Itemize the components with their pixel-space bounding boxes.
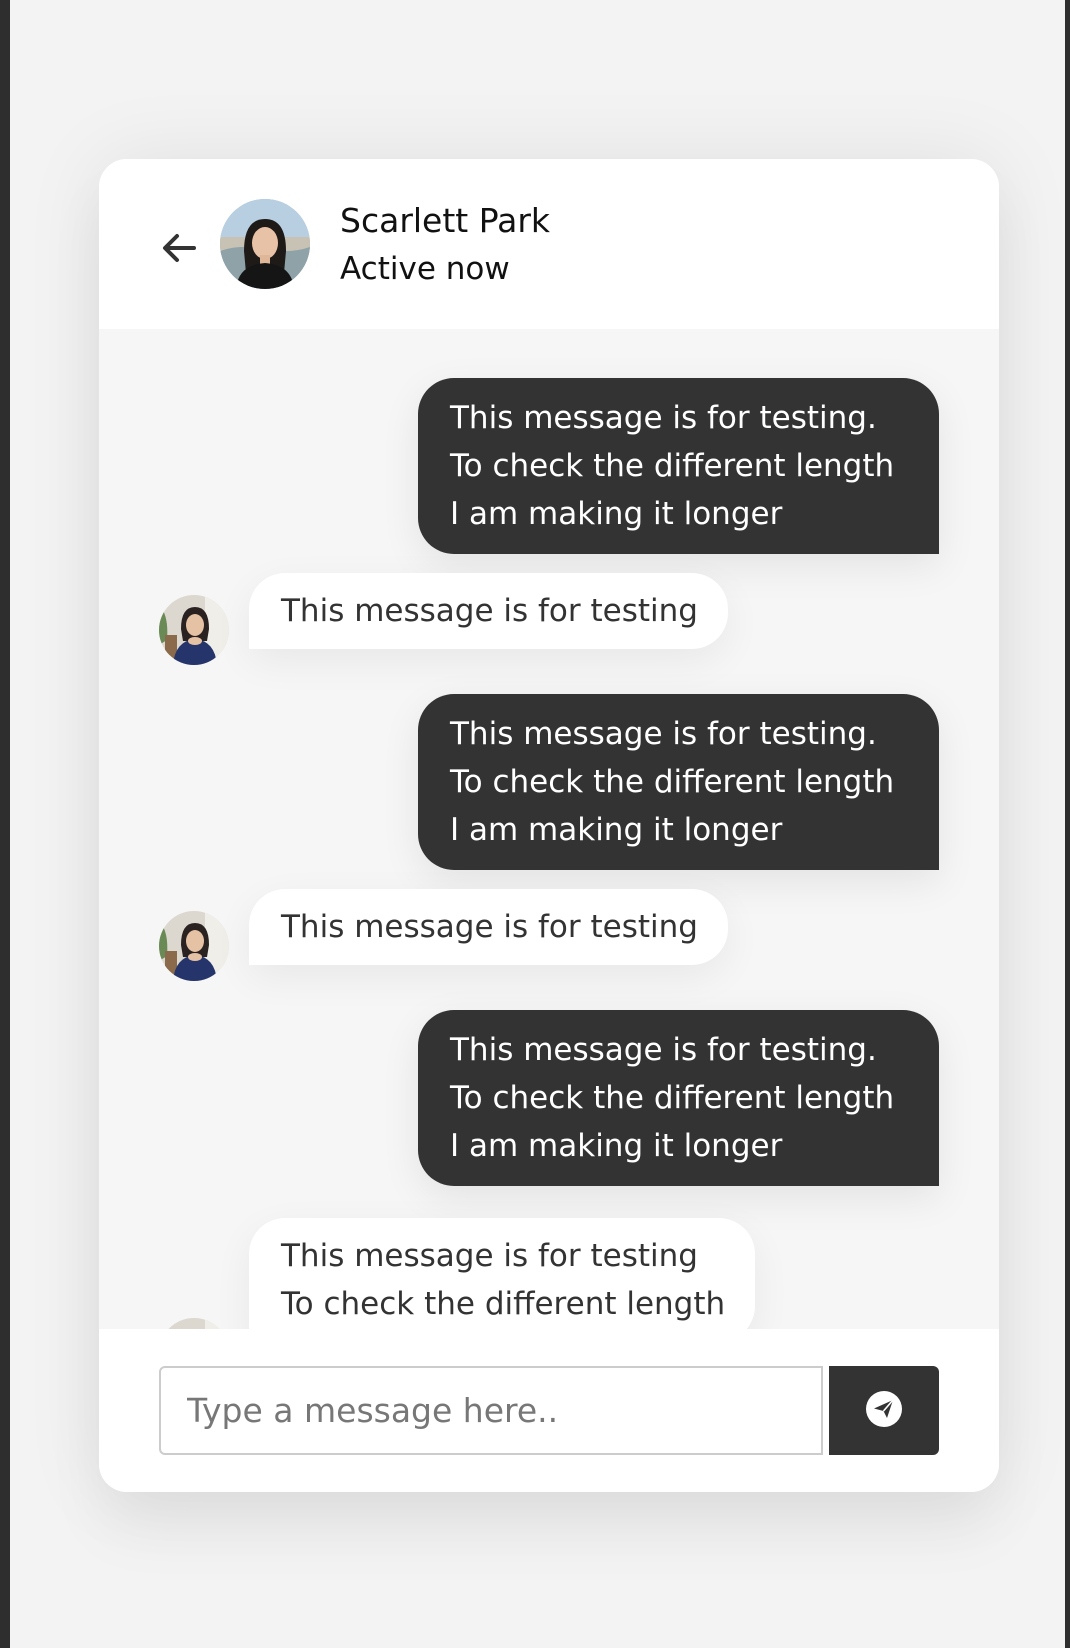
message-text: I am making it longer: [450, 496, 783, 532]
message-text: I am making it longer: [450, 812, 783, 848]
contact-avatar: [220, 199, 310, 289]
chat-header: Scarlett Park Active now: [99, 159, 999, 329]
message-text: This message is for testing: [281, 1238, 698, 1274]
message-composer: [99, 1329, 999, 1492]
outgoing-message: This message is for testing. To check th…: [418, 694, 939, 870]
message-text: To check the different length: [450, 448, 895, 484]
chat-messages[interactable]: This message is for testing. To check th…: [99, 329, 999, 1329]
paper-plane-icon: [865, 1390, 903, 1431]
contact-name: Scarlett Park: [340, 201, 551, 240]
message-text: To check the different length: [450, 1080, 895, 1116]
message-text: This message is for testing: [281, 909, 698, 945]
incoming-message: This message is for testing: [249, 573, 728, 649]
sender-avatar: [159, 1318, 229, 1329]
chat-window: Scarlett Park Active now This message is…: [99, 159, 999, 1492]
message-text: I am making it longer: [450, 1128, 783, 1164]
send-button[interactable]: [829, 1366, 939, 1455]
page-background: Scarlett Park Active now This message is…: [10, 0, 1065, 1648]
incoming-message: This message is for testing To check the…: [249, 1218, 756, 1329]
message-text: To check the different length: [450, 764, 895, 800]
window-edge-left: [0, 0, 10, 1648]
message-text: This message is for testing.: [450, 400, 877, 436]
message-text: This message is for testing: [281, 593, 698, 629]
outgoing-message: This message is for testing. To check th…: [418, 378, 939, 554]
arrow-left-icon[interactable]: [157, 226, 201, 270]
message-text: This message is for testing.: [450, 1032, 877, 1068]
outgoing-message: This message is for testing. To check th…: [418, 1010, 939, 1186]
incoming-message: This message is for testing: [249, 889, 728, 965]
contact-details: Scarlett Park Active now: [340, 197, 550, 293]
contact-status: Active now: [340, 251, 510, 287]
message-text: This message is for testing.: [450, 716, 877, 752]
sender-avatar: [159, 911, 229, 981]
sender-avatar: [159, 595, 229, 665]
window-edge-right: [1065, 0, 1070, 1648]
message-input[interactable]: [159, 1366, 823, 1455]
message-text: To check the different length: [281, 1286, 726, 1322]
